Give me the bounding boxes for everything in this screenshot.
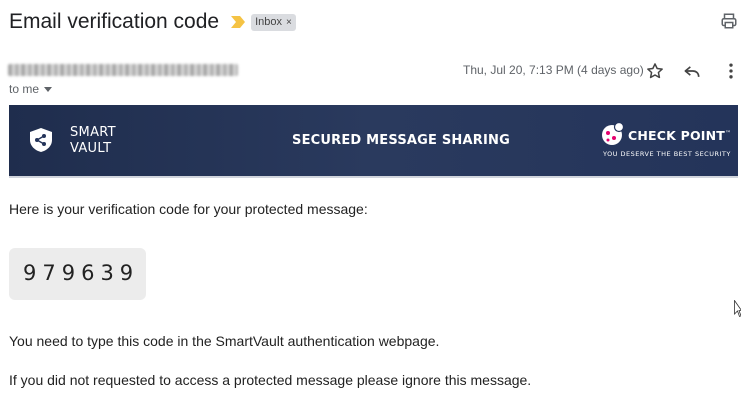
secure-message-banner: SMART VAULT SECURED MESSAGE SHARING CHEC…: [9, 105, 738, 176]
verification-code[interactable]: 979639: [23, 261, 139, 285]
partner-name: CHECK POINT: [628, 128, 726, 143]
brand-line-2: VAULT: [70, 141, 112, 156]
verification-code-box: 979639: [9, 248, 146, 300]
email-subject: Email verification code: [9, 10, 220, 33]
intro-text: Here is your verification code for your …: [9, 201, 368, 217]
disclaimer-text: If you did not requested to access a pro…: [9, 372, 532, 388]
brand-line-1: SMART: [70, 125, 116, 140]
subject-row: Email verification code Inbox ×: [9, 8, 296, 36]
reply-icon[interactable]: [682, 61, 702, 81]
instruction-text: You need to type this code in the SmartV…: [9, 333, 440, 349]
recipient-details-toggle[interactable]: to me: [9, 82, 53, 96]
label-text: Inbox: [255, 16, 283, 28]
important-marker-icon[interactable]: [231, 16, 246, 28]
remove-label-icon[interactable]: ×: [286, 17, 292, 28]
sender-address-redacted[interactable]: [8, 64, 238, 76]
chevron-down-icon: [44, 86, 53, 92]
recipient-text: to me: [9, 82, 40, 96]
banner-divider: [9, 176, 738, 178]
banner-title: SECURED MESSAGE SHARING: [292, 133, 510, 148]
trademark-mark: ™: [725, 129, 732, 137]
check-point-brand: CHECK POINT™: [628, 128, 731, 143]
mouse-pointer-icon: [734, 300, 741, 318]
check-point-tagline: YOU DESERVE THE BEST SECURITY: [603, 150, 731, 158]
more-vert-icon[interactable]: [721, 61, 741, 81]
email-date: Thu, Jul 20, 7:13 PM (4 days ago): [463, 63, 644, 77]
star-icon[interactable]: [645, 61, 665, 81]
smartvault-logo-icon: [30, 128, 52, 152]
print-icon[interactable]: [720, 12, 738, 30]
inbox-label-chip[interactable]: Inbox ×: [251, 13, 296, 31]
smartvault-brand: SMART VAULT: [70, 125, 116, 157]
check-point-logo-icon: [602, 121, 625, 145]
